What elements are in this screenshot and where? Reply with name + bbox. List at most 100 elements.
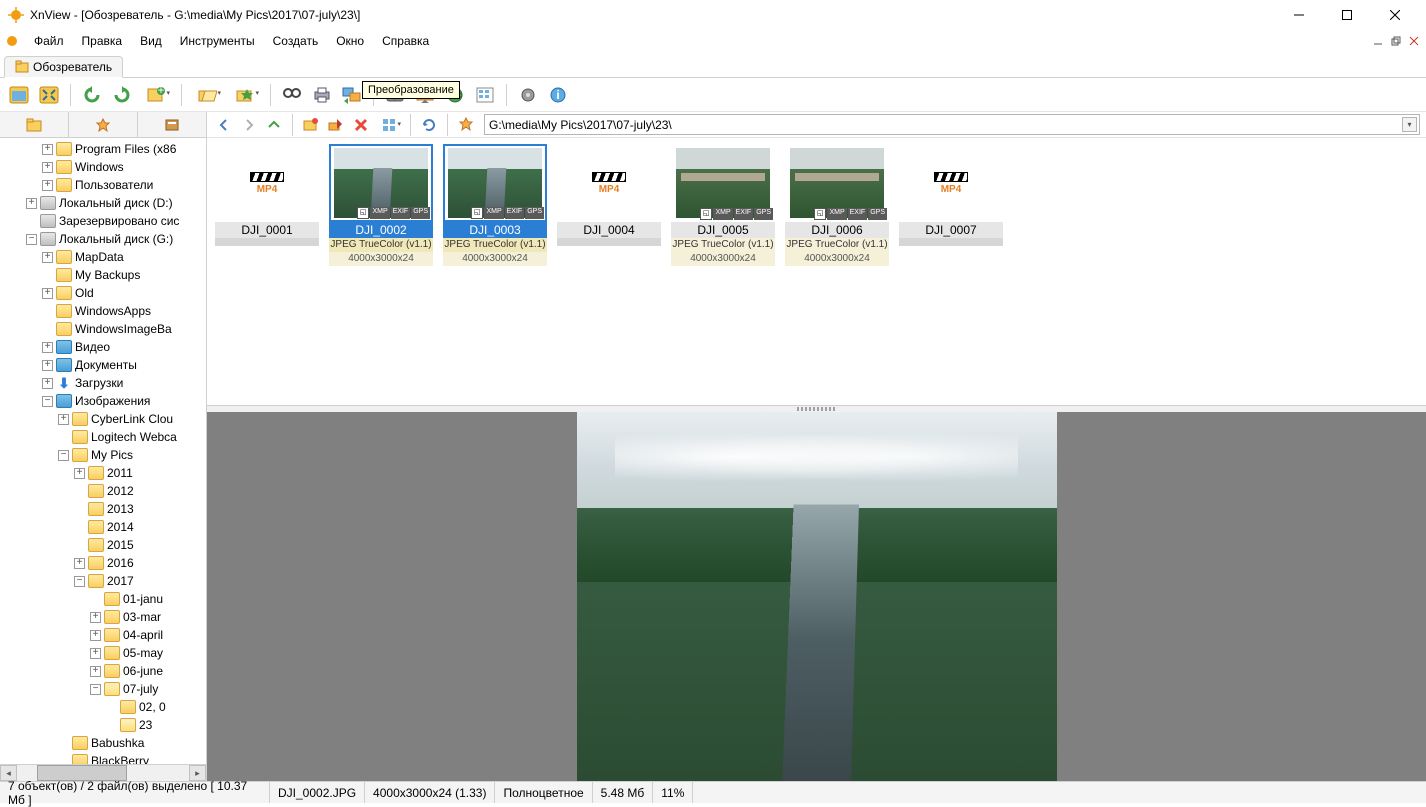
maximize-button[interactable]	[1324, 0, 1370, 30]
path-dropdown-icon[interactable]: ▾	[1402, 117, 1417, 132]
info-button[interactable]: i	[545, 82, 571, 108]
menu-window[interactable]: Окно	[328, 32, 372, 50]
fullscreen-button[interactable]	[6, 82, 32, 108]
thumbnail-item[interactable]: ◱XMPEXIFGPSDJI_0003JPEG TrueColor (v1.1)…	[441, 144, 549, 266]
tree-item[interactable]: +Локальный диск (D:)	[0, 194, 206, 212]
tree-toggle[interactable]: +	[74, 558, 85, 569]
thumbnail-item[interactable]: MP4DJI_0004	[555, 144, 663, 246]
tree-item[interactable]: My Backups	[0, 266, 206, 284]
menu-help[interactable]: Справка	[374, 32, 437, 50]
preview-pane[interactable]	[207, 412, 1426, 781]
thumbnail-item[interactable]: MP4DJI_0007	[897, 144, 1005, 246]
tree-toggle[interactable]: +	[42, 288, 53, 299]
add-favorite-button[interactable]	[455, 114, 477, 136]
tree-hscrollbar[interactable]: ◂▸	[0, 764, 206, 781]
tree-item[interactable]: +Пользователи	[0, 176, 206, 194]
tree-item[interactable]: +Old	[0, 284, 206, 302]
close-button[interactable]	[1372, 0, 1418, 30]
tree-item[interactable]: Logitech Webca	[0, 428, 206, 446]
tree-item[interactable]: +03-mar	[0, 608, 206, 626]
tree-toggle[interactable]: +	[42, 144, 53, 155]
favorites-button[interactable]	[228, 82, 262, 108]
tree-toggle[interactable]: +	[74, 468, 85, 479]
tree-item[interactable]: WindowsImageBa	[0, 320, 206, 338]
tree-item[interactable]: 2014	[0, 518, 206, 536]
tree-item[interactable]: Зарезервировано сис	[0, 212, 206, 230]
tree-item[interactable]: +04-april	[0, 626, 206, 644]
tree-item[interactable]: +Windows	[0, 158, 206, 176]
tree-toggle[interactable]: +	[42, 180, 53, 191]
tree-toggle[interactable]: −	[58, 450, 69, 461]
tree-item[interactable]: Babushka	[0, 734, 206, 752]
tree-item[interactable]: +CyberLink Clou	[0, 410, 206, 428]
sidebar-tab-favorites[interactable]	[69, 112, 138, 137]
tree-item[interactable]: +2016	[0, 554, 206, 572]
tree-item[interactable]: −2017	[0, 572, 206, 590]
tree-toggle[interactable]: +	[42, 360, 53, 371]
mdi-close[interactable]	[1406, 33, 1422, 49]
menu-edit[interactable]: Правка	[74, 32, 131, 50]
contact-sheet-button[interactable]	[472, 82, 498, 108]
rotate-left-button[interactable]	[79, 82, 105, 108]
open-button[interactable]	[190, 82, 224, 108]
tree-item[interactable]: 02, 0	[0, 698, 206, 716]
tree-toggle[interactable]: +	[26, 198, 37, 209]
tree-item[interactable]: WindowsApps	[0, 302, 206, 320]
rename-button[interactable]	[325, 114, 347, 136]
refresh-button[interactable]	[418, 114, 440, 136]
thumbnail-pane[interactable]: MP4DJI_0001◱XMPEXIFGPSDJI_0002JPEG TrueC…	[207, 138, 1426, 406]
search-button[interactable]	[279, 82, 305, 108]
settings-button[interactable]	[515, 82, 541, 108]
tree-item[interactable]: −Локальный диск (G:)	[0, 230, 206, 248]
folder-tree[interactable]: +Program Files (x86+Windows+Пользователи…	[0, 138, 206, 781]
tree-toggle[interactable]: −	[26, 234, 37, 245]
tree-toggle[interactable]: −	[74, 576, 85, 587]
sidebar-tab-folders[interactable]	[0, 112, 69, 137]
fit-button[interactable]	[36, 82, 62, 108]
new-folder-button[interactable]	[300, 114, 322, 136]
convert-button[interactable]: Преобразование	[339, 82, 365, 108]
tree-item[interactable]: +06-june	[0, 662, 206, 680]
nav-back-button[interactable]	[213, 114, 235, 136]
tab-browser[interactable]: Обозреватель	[4, 56, 123, 78]
delete-button[interactable]	[350, 114, 372, 136]
menu-file[interactable]: Файл	[26, 32, 72, 50]
mdi-minimize[interactable]	[1370, 33, 1386, 49]
tag-button[interactable]: +	[139, 82, 173, 108]
view-mode-button[interactable]	[375, 114, 403, 136]
tree-item[interactable]: −My Pics	[0, 446, 206, 464]
tree-item[interactable]: 2012	[0, 482, 206, 500]
tree-toggle[interactable]: +	[90, 630, 101, 641]
tree-toggle[interactable]: −	[42, 396, 53, 407]
tree-item[interactable]: −07-july	[0, 680, 206, 698]
sidebar-tab-categories[interactable]	[138, 112, 206, 137]
thumbnail-item[interactable]: ◱XMPEXIFGPSDJI_0005JPEG TrueColor (v1.1)…	[669, 144, 777, 266]
nav-up-button[interactable]	[263, 114, 285, 136]
tree-toggle[interactable]: +	[58, 414, 69, 425]
tree-toggle[interactable]: +	[90, 666, 101, 677]
tree-toggle[interactable]: +	[42, 378, 53, 389]
tree-toggle[interactable]: +	[90, 612, 101, 623]
tree-item[interactable]: 2015	[0, 536, 206, 554]
tree-item[interactable]: −Изображения	[0, 392, 206, 410]
tree-item[interactable]: 23	[0, 716, 206, 734]
tree-item[interactable]: +⬇Загрузки	[0, 374, 206, 392]
tree-toggle[interactable]: −	[90, 684, 101, 695]
tree-item[interactable]: +Видео	[0, 338, 206, 356]
menu-tools[interactable]: Инструменты	[172, 32, 263, 50]
tree-toggle[interactable]: +	[42, 162, 53, 173]
path-input[interactable]: G:\media\My Pics\2017\07-july\23\ ▾	[484, 114, 1420, 135]
tree-item[interactable]: +MapData	[0, 248, 206, 266]
tree-item[interactable]: +2011	[0, 464, 206, 482]
menu-create[interactable]: Создать	[265, 32, 327, 50]
thumbnail-item[interactable]: MP4DJI_0001	[213, 144, 321, 246]
rotate-right-button[interactable]	[109, 82, 135, 108]
mdi-restore[interactable]	[1388, 33, 1404, 49]
tree-toggle[interactable]: +	[42, 252, 53, 263]
thumbnail-item[interactable]: ◱XMPEXIFGPSDJI_0006JPEG TrueColor (v1.1)…	[783, 144, 891, 266]
tree-item[interactable]: 01-janu	[0, 590, 206, 608]
tree-toggle[interactable]: +	[42, 342, 53, 353]
minimize-button[interactable]	[1276, 0, 1322, 30]
nav-forward-button[interactable]	[238, 114, 260, 136]
tree-toggle[interactable]: +	[90, 648, 101, 659]
